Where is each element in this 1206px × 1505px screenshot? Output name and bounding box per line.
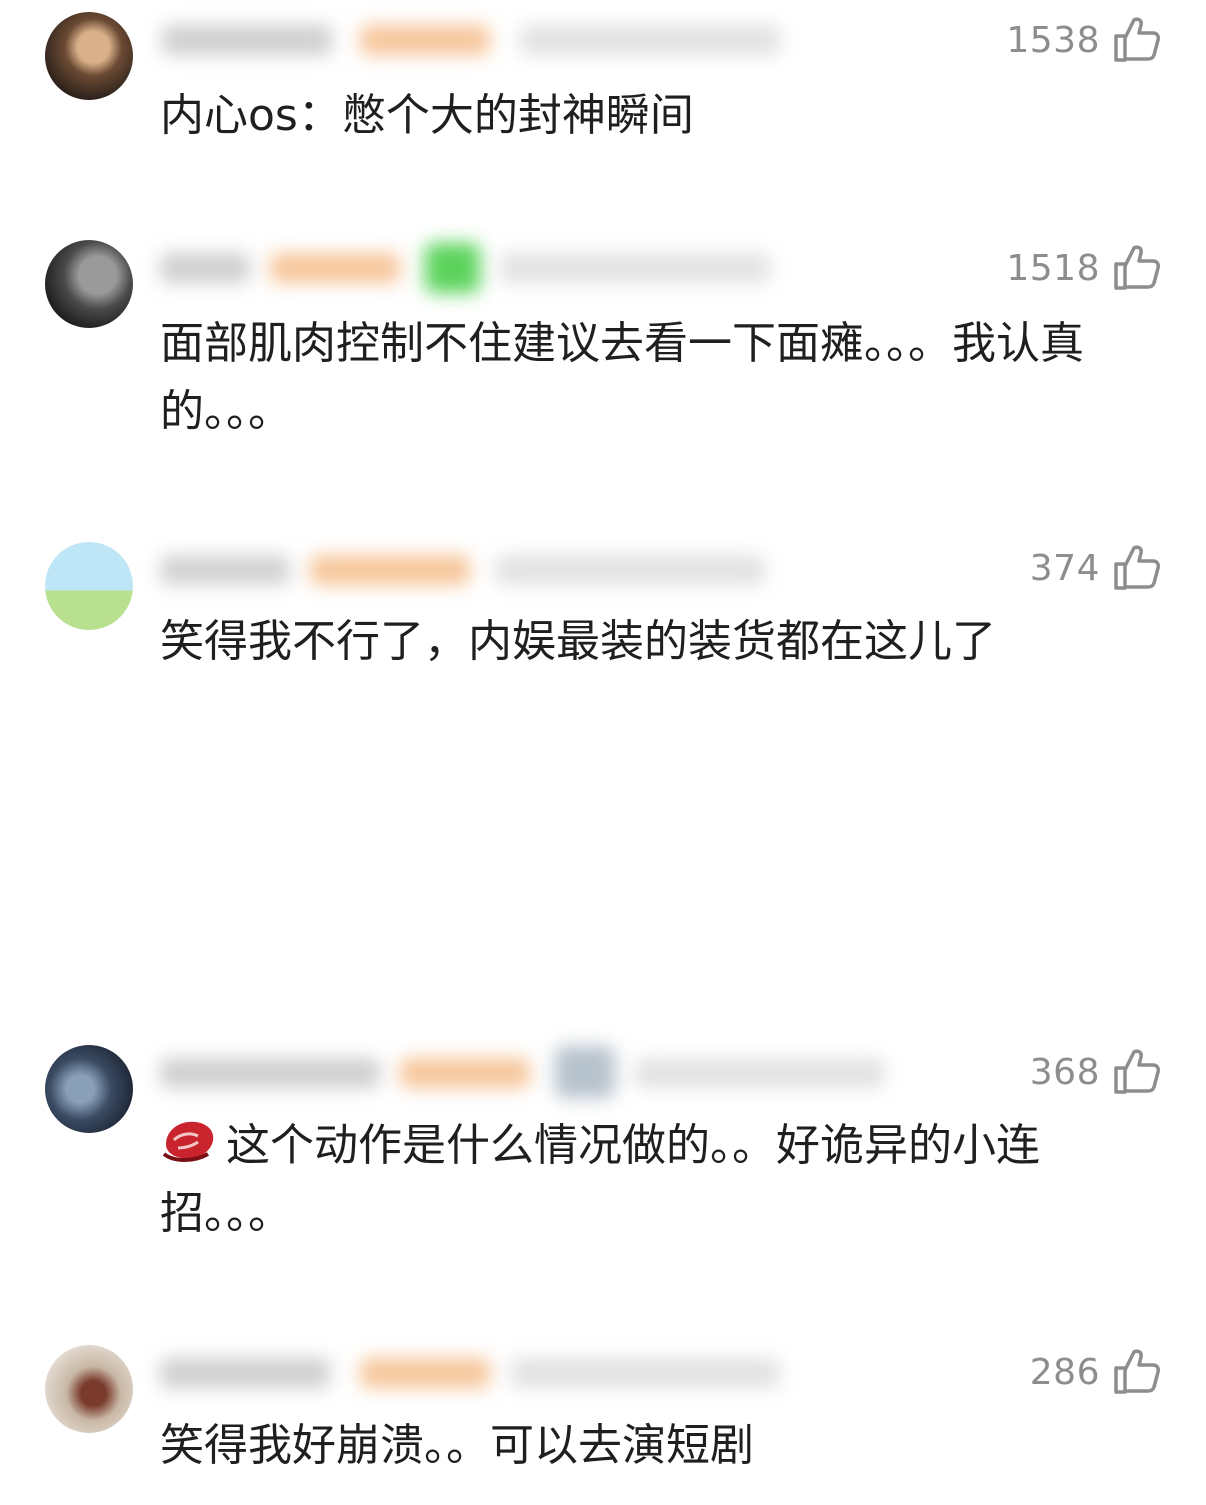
username-blurred[interactable] — [150, 1038, 885, 1108]
like-count: 1518 — [1006, 248, 1100, 289]
avatar[interactable] — [45, 542, 133, 630]
thumbs-up-icon[interactable] — [1112, 1046, 1162, 1096]
like-count: 374 — [1029, 548, 1100, 589]
username-blurred[interactable] — [150, 1338, 810, 1408]
like-count: 1538 — [1006, 20, 1100, 61]
avatar[interactable] — [45, 240, 133, 328]
comment-text: 这个动作是什么情况做的。。好诡异的小连招。。。 — [160, 1112, 1150, 1248]
thumbs-up-icon[interactable] — [1112, 542, 1162, 592]
comment-text: 面部肌肉控制不住建议去看一下面瘫。。。我认真的。。。 — [160, 318, 1084, 437]
comment-text-content: 这个动作是什么情况做的。。好诡异的小连招。。。 — [160, 1120, 1040, 1239]
avatar[interactable] — [45, 1345, 133, 1433]
username-blurred[interactable] — [150, 5, 810, 75]
steak-emoji-icon — [162, 1121, 214, 1162]
username-blurred[interactable] — [150, 535, 810, 605]
like-count: 286 — [1029, 1352, 1100, 1393]
comment-text: 笑得我好崩溃。。可以去演短剧 — [160, 1420, 754, 1471]
thumbs-up-icon[interactable] — [1112, 14, 1162, 64]
like-count: 368 — [1029, 1052, 1100, 1093]
avatar[interactable] — [45, 12, 133, 100]
thumbs-up-icon[interactable] — [1112, 1346, 1162, 1396]
thumbs-up-icon[interactable] — [1112, 242, 1162, 292]
comment-text: 内心os：憋个大的封神瞬间 — [160, 90, 694, 141]
username-blurred[interactable] — [150, 233, 810, 303]
avatar[interactable] — [45, 1045, 133, 1133]
comment-text: 笑得我不行了，内娱最装的装货都在这儿了 — [160, 616, 996, 667]
